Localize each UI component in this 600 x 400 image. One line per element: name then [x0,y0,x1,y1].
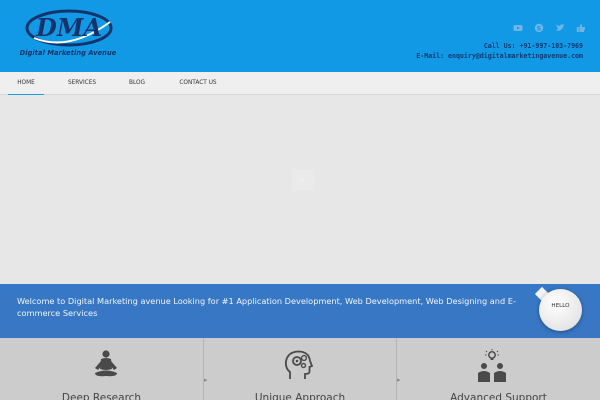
youtube-icon[interactable] [513,18,523,31]
logo[interactable]: DMA Digital Marketing Avenue [16,8,120,60]
logo-mark-text: DMA [35,13,102,42]
hello-bubble[interactable] [539,289,582,331]
features-strip: Deep Research ▸ Unique Approach ▸ Advanc… [0,338,600,400]
contact-phone[interactable]: Call Us: +91-997-103-7969 [416,41,583,51]
brain-gear-icon [284,350,314,379]
hello-label: HELLO [551,303,570,309]
feature-title: Unique Approach [254,392,346,400]
slider-prev-button[interactable]: ‹ [292,169,314,191]
nav-blog[interactable]: BLOG [124,72,150,95]
nav-home[interactable]: HOME [8,72,44,95]
feature-title: Advanced Support [450,392,547,400]
logo-tagline: Digital Marketing Avenue [19,49,117,57]
twitter-icon[interactable] [555,18,565,31]
main-nav: HOME SERVICES BLOG CONTACT US [0,72,600,95]
feature-advanced-support[interactable]: Advanced Support [397,338,600,400]
hero-slider: ‹ [0,95,600,284]
like-icon[interactable] [576,18,586,32]
contact-info: Call Us: +91-997-103-7969 E-Mail: enquir… [416,41,583,61]
chevron-left-icon: ‹ [300,173,305,186]
svg-text:S: S [537,24,542,32]
feature-unique-approach[interactable]: Unique Approach [204,338,396,400]
meditation-icon [95,350,117,377]
skype-icon[interactable]: S [534,18,544,32]
social-links: S [513,18,586,32]
welcome-text: Welcome to Digital Marketing avenue Look… [17,296,516,318]
welcome-banner: Welcome to Digital Marketing avenue Look… [0,284,600,338]
feature-deep-research[interactable]: Deep Research [0,338,203,400]
team-idea-icon [478,349,506,382]
site-header: DMA Digital Marketing Avenue S Call Us: … [0,0,600,72]
contact-email[interactable]: E-Mail: enquiry@digitalmarketingavenue.c… [416,51,583,61]
feature-title: Deep Research [61,392,142,400]
dma-logo-mark: DMA [25,9,113,47]
nav-contact-us[interactable]: CONTACT US [175,72,221,95]
nav-services[interactable]: SERVICES [62,72,102,95]
